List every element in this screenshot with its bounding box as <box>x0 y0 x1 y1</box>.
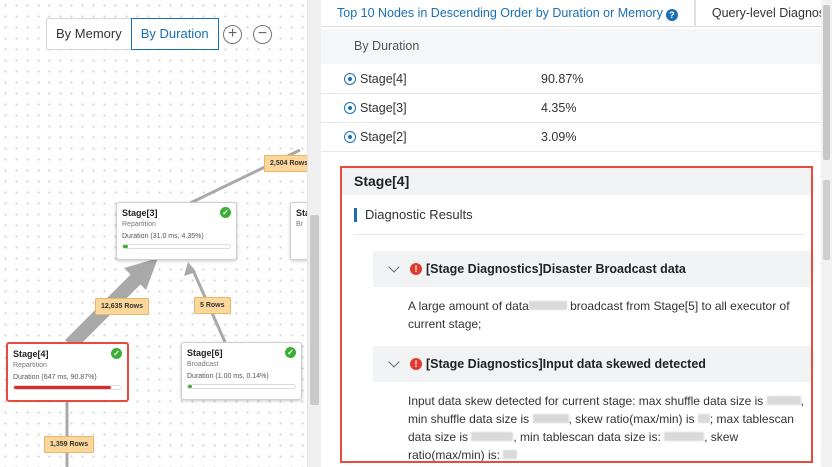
issue-text: , skew ratio(max/min) is <box>568 412 698 426</box>
node-stage-partial[interactable]: Sta Br <box>290 202 307 260</box>
zoom-in-icon[interactable]: + <box>223 25 242 44</box>
right-panel: Top 10 Nodes in Descending Order by Dura… <box>321 0 832 467</box>
edge-label: 5 Rows <box>194 297 231 314</box>
tab-label: Top 10 Nodes in Descending Order by Dura… <box>337 6 663 20</box>
node-duration-bar <box>122 244 231 249</box>
redacted-value <box>532 414 569 423</box>
node-subtitle: Broadcast <box>187 361 219 368</box>
node-subtitle: Br <box>296 221 303 228</box>
error-icon: ! <box>410 263 422 275</box>
node-duration-fill <box>123 245 128 248</box>
locate-icon[interactable] <box>344 102 356 114</box>
locate-icon[interactable] <box>344 131 356 143</box>
tab-query-diagnostics[interactable]: Query-level Diagnosti <box>694 0 832 26</box>
issue-text: min shuffle data size is <box>408 412 533 426</box>
success-check-icon: ✓ <box>220 207 231 218</box>
zoom-out-icon[interactable]: − <box>253 25 272 44</box>
success-check-icon: ✓ <box>111 348 122 359</box>
error-icon: ! <box>410 358 422 370</box>
issue-text: ratio(max/min) is: <box>408 448 504 462</box>
issue-text: , <box>800 394 804 408</box>
panel-tabs: Top 10 Nodes in Descending Order by Dura… <box>321 0 832 27</box>
node-duration-fill <box>188 385 193 388</box>
sort-toggle: By Memory By Duration <box>46 18 219 50</box>
issue-title: [Stage Diagnostics]Input data skewed det… <box>426 357 706 371</box>
node-title: Stage[4] <box>13 349 49 359</box>
redacted-value <box>766 396 801 405</box>
row-stage: Stage[2] <box>360 130 407 144</box>
row-value: 3.09% <box>541 130 577 144</box>
node-subtitle: Repartition <box>13 362 47 369</box>
node-title: Sta <box>296 208 307 218</box>
panel-scrollbar[interactable] <box>821 0 832 467</box>
redacted-value <box>697 414 710 423</box>
row-stage: Stage[4] <box>360 72 407 86</box>
row-value: 4.35% <box>541 101 577 115</box>
node-duration-bar <box>187 384 296 389</box>
issue-title: [Stage Diagnostics]Disaster Broadcast da… <box>426 262 686 276</box>
table-header: By Duration <box>321 29 821 64</box>
node-duration: Duration (1.00 ms, 0.14%) <box>187 373 269 380</box>
row-value: 90.87% <box>541 72 584 86</box>
table-row[interactable]: Stage[3] 4.35% <box>321 94 821 123</box>
redacted-value <box>664 432 705 441</box>
issue-text: data size is <box>408 430 472 444</box>
chevron-down-icon[interactable] <box>388 261 400 273</box>
node-duration: Duration (31.0 ms, 4.35%) <box>122 233 204 240</box>
edge-label: 12,635 Rows <box>95 298 150 315</box>
node-stage3[interactable]: Stage[3] ✓ Repartition Duration (31.0 ms… <box>116 202 237 260</box>
node-duration-bar <box>13 385 122 390</box>
node-stage6[interactable]: Stage[6] ✓ Broadcast Duration (1.00 ms, … <box>181 342 302 400</box>
detail-title: Stage[4] <box>342 168 811 195</box>
help-icon[interactable]: ? <box>665 9 678 21</box>
canvas-scrollbar[interactable] <box>308 0 321 467</box>
issue-header-skew[interactable]: ! [Stage Diagnostics]Input data skewed d… <box>373 346 811 382</box>
canvas-scrollbar-thumb[interactable] <box>310 215 319 405</box>
node-title: Stage[3] <box>122 208 158 218</box>
by-duration-button[interactable]: By Duration <box>130 18 219 50</box>
redacted-value <box>471 432 514 441</box>
redacted-value <box>528 301 567 310</box>
locate-icon[interactable] <box>344 73 356 85</box>
issue-text: , min tablescan data size is: <box>513 430 665 444</box>
edge-label: 1,359 Rows <box>44 436 95 453</box>
table-row[interactable]: Stage[4] 90.87% <box>321 65 821 94</box>
redacted-value <box>503 450 518 459</box>
issue-body-skew: Input data skew detected for current sta… <box>408 392 808 462</box>
stage-detail-panel: Stage[4] Diagnostic Results ! [Stage Dia… <box>340 166 813 463</box>
row-stage: Stage[3] <box>360 101 407 115</box>
node-title: Stage[6] <box>187 348 223 358</box>
panel-scrollbar-thumb[interactable] <box>823 180 830 260</box>
issue-header-broadcast[interactable]: ! [Stage Diagnostics]Disaster Broadcast … <box>373 251 811 287</box>
dag-canvas[interactable]: By Memory By Duration + − 2,504 Rows 12,… <box>0 0 308 467</box>
issue-body-broadcast: A large amount of data broadcast from St… <box>408 297 808 333</box>
panel-scrollbar-thumb[interactable] <box>823 5 830 160</box>
by-memory-button[interactable]: By Memory <box>47 19 131 49</box>
node-stage4[interactable]: Stage[4] ✓ Repartition Duration (647 ms,… <box>6 342 129 402</box>
edge-label: 2,504 Rows <box>264 155 307 172</box>
issue-text: Input data skew detected for current sta… <box>408 394 767 408</box>
tab-top-nodes[interactable]: Top 10 Nodes in Descending Order by Dura… <box>321 0 695 26</box>
node-duration: Duration (647 ms, 90.87%) <box>13 374 97 381</box>
node-subtitle: Repartition <box>122 221 156 228</box>
divider <box>354 234 804 235</box>
issue-text: ; max tablescan <box>709 412 794 426</box>
issue-text: , skew <box>704 430 739 444</box>
diagnostic-results-heading: Diagnostic Results <box>354 208 473 222</box>
table-row[interactable]: Stage[2] 3.09% <box>321 123 821 152</box>
success-check-icon: ✓ <box>285 347 296 358</box>
chevron-down-icon[interactable] <box>388 356 400 368</box>
node-duration-fill <box>14 386 112 389</box>
issue-text: A large amount of data <box>408 299 529 313</box>
